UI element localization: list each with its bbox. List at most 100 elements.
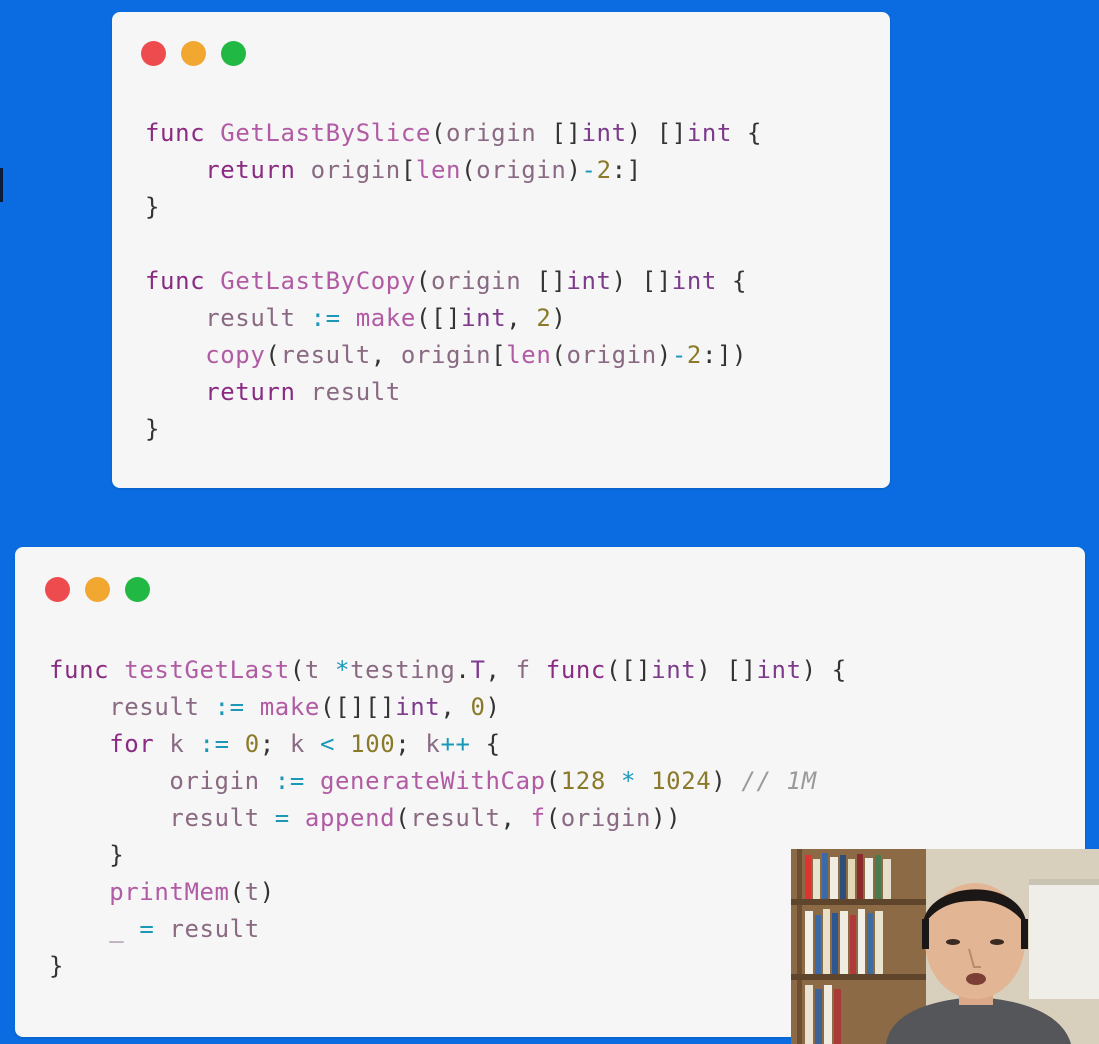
code-punctuation: ; bbox=[395, 730, 426, 758]
code-punctuation bbox=[230, 730, 245, 758]
code-punctuation bbox=[109, 656, 124, 684]
code-punctuation bbox=[49, 878, 109, 906]
code-punctuation bbox=[49, 730, 109, 758]
code-identifier: t bbox=[244, 878, 260, 906]
code-punctuation bbox=[296, 156, 311, 184]
code-identifier: k bbox=[425, 730, 441, 758]
code-operator: = bbox=[139, 915, 155, 943]
code-punctuation bbox=[154, 915, 169, 943]
code-punctuation: ( bbox=[395, 804, 411, 832]
code-identifier: result bbox=[169, 804, 260, 832]
code-punctuation bbox=[145, 378, 205, 406]
code-punctuation: , bbox=[440, 693, 471, 721]
code-keyword: func bbox=[49, 656, 110, 684]
code-line: for k := 0; k < 100; k++ { bbox=[49, 726, 847, 763]
code-identifier: result bbox=[410, 804, 501, 832]
code-punctuation bbox=[296, 304, 311, 332]
code-punctuation: :] bbox=[611, 156, 642, 184]
code-number: 2 bbox=[686, 341, 702, 369]
code-keyword: return bbox=[205, 156, 296, 184]
code-number: 2 bbox=[596, 156, 612, 184]
close-dot[interactable] bbox=[45, 577, 70, 602]
window-controls bbox=[141, 41, 246, 66]
code-punctuation bbox=[154, 730, 169, 758]
code-type: int bbox=[461, 304, 507, 332]
code-punctuation: [] bbox=[536, 119, 582, 147]
code-punctuation: )) bbox=[651, 804, 682, 832]
code-identifier: origin bbox=[430, 267, 522, 295]
code-punctuation: ([] bbox=[415, 304, 462, 332]
code-operator: * bbox=[335, 656, 351, 684]
code-punctuation: ) bbox=[551, 304, 567, 332]
code-punctuation: { bbox=[716, 267, 748, 295]
code-punctuation: . bbox=[455, 656, 471, 684]
code-punctuation: ( bbox=[289, 656, 305, 684]
code-punctuation bbox=[290, 804, 305, 832]
code-block: func GetLastBySlice(origin []int) []int … bbox=[145, 115, 762, 448]
code-line: } bbox=[145, 411, 762, 448]
code-identifier: result bbox=[169, 915, 260, 943]
code-punctuation bbox=[49, 693, 109, 721]
code-punctuation bbox=[260, 804, 275, 832]
code-keyword: for bbox=[109, 730, 155, 758]
code-punctuation: [ bbox=[491, 341, 507, 369]
code-identifier: origin bbox=[476, 156, 567, 184]
code-punctuation: } bbox=[145, 193, 161, 221]
code-identifier: _ bbox=[109, 915, 125, 943]
close-dot[interactable] bbox=[141, 41, 166, 66]
code-operator: - bbox=[581, 156, 597, 184]
code-punctuation: ( bbox=[461, 156, 477, 184]
code-punctuation: ) bbox=[485, 693, 501, 721]
code-punctuation bbox=[49, 767, 169, 795]
code-punctuation bbox=[305, 767, 320, 795]
code-function: len bbox=[506, 341, 552, 369]
code-number: 0 bbox=[244, 730, 260, 758]
code-punctuation: , bbox=[485, 656, 516, 684]
code-type: int bbox=[581, 119, 627, 147]
code-punctuation bbox=[245, 693, 260, 721]
code-punctuation: ( bbox=[430, 119, 447, 147]
code-punctuation bbox=[606, 767, 621, 795]
code-line: origin := generateWithCap(128 * 1024) //… bbox=[49, 763, 847, 800]
left-edge-marker bbox=[0, 168, 3, 202]
code-keyword: func bbox=[545, 656, 606, 684]
webcam-overlay bbox=[791, 849, 1099, 1044]
code-number: 0 bbox=[470, 693, 486, 721]
code-operator: := bbox=[274, 767, 305, 795]
code-punctuation: ) { bbox=[801, 656, 847, 684]
code-line: } bbox=[145, 189, 762, 226]
code-punctuation bbox=[200, 693, 215, 721]
code-punctuation: ( bbox=[415, 267, 431, 295]
code-line: return result bbox=[145, 374, 762, 411]
code-punctuation: , bbox=[506, 304, 537, 332]
code-punctuation: [] bbox=[521, 267, 567, 295]
code-punctuation: , bbox=[500, 804, 531, 832]
code-line: result := make([]int, 2) bbox=[145, 300, 762, 337]
code-keyword: func bbox=[145, 267, 206, 295]
code-line: func testGetLast(t *testing.T, f func([]… bbox=[49, 652, 847, 689]
code-punctuation: { bbox=[732, 119, 763, 147]
code-identifier: k bbox=[169, 730, 185, 758]
code-type: int bbox=[395, 693, 441, 721]
code-type: int bbox=[671, 267, 717, 295]
code-function: f bbox=[530, 804, 546, 832]
maximize-dot[interactable] bbox=[221, 41, 246, 66]
code-punctuation: ) [] bbox=[611, 267, 672, 295]
minimize-dot[interactable] bbox=[85, 577, 110, 602]
code-function: len bbox=[415, 156, 462, 184]
code-punctuation bbox=[205, 119, 220, 147]
code-keyword: return bbox=[205, 378, 296, 406]
minimize-dot[interactable] bbox=[181, 41, 206, 66]
code-identifier: origin bbox=[560, 804, 652, 832]
code-operator: < bbox=[320, 730, 336, 758]
code-line: printMem(t) bbox=[49, 874, 847, 911]
code-punctuation: ( bbox=[545, 767, 561, 795]
code-identifier: testing bbox=[350, 656, 456, 684]
code-function: generateWithCap bbox=[319, 767, 546, 795]
code-punctuation: ( bbox=[229, 878, 245, 906]
code-function: make bbox=[259, 693, 320, 721]
maximize-dot[interactable] bbox=[125, 577, 150, 602]
code-punctuation bbox=[49, 804, 169, 832]
code-line: result = append(result, f(origin)) bbox=[49, 800, 847, 837]
code-line: _ = result bbox=[49, 911, 847, 948]
